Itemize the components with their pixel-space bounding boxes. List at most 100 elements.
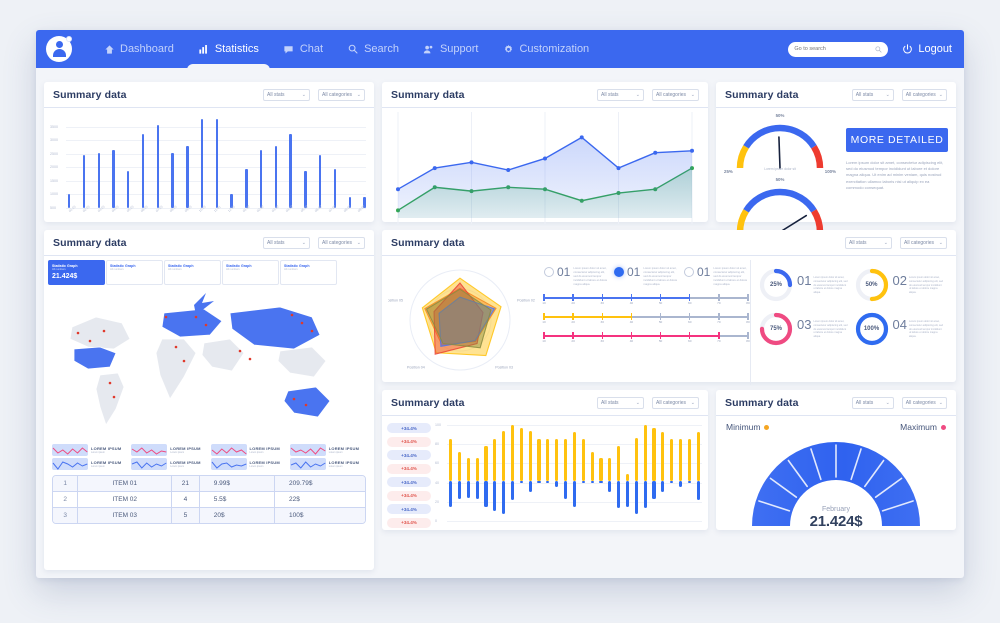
sparkline-sub: Lorem ipsum: [328, 451, 343, 454]
bar: [156, 125, 159, 208]
select-all-stats[interactable]: All stats ⌄: [597, 396, 644, 409]
maximum-dot-icon: [941, 424, 946, 430]
select-all-stats[interactable]: All stats ⌄: [263, 236, 310, 249]
radio-dot-icon[interactable]: [684, 267, 694, 277]
nav-item-label: Search: [364, 43, 399, 55]
select-value: All stats: [855, 399, 874, 406]
slider-tick: [601, 332, 603, 340]
gauge-paragraph: Lorem ipsum dolor sit amet, consectetur …: [846, 160, 944, 190]
card-body: Statistic Graph All numbers 21.424$ Statis…: [44, 256, 374, 524]
slider-scale[interactable]: 10 20 30 40 50 60 70 80: [542, 313, 750, 326]
slider-tick-label: 20: [571, 301, 575, 306]
select-all-categories[interactable]: All categories ⌄: [318, 88, 365, 101]
more-detailed-button[interactable]: MORE DETAILED: [846, 128, 948, 152]
select-all-categories[interactable]: All categories ⌄: [901, 396, 947, 409]
bar: [274, 145, 278, 208]
radio-option[interactable]: 01 Lorem ipsum dolor sit amet, consectet…: [684, 266, 748, 287]
logo-badge-dot-icon: [66, 36, 72, 42]
nav-item-customization[interactable]: Customization: [491, 30, 600, 68]
sparkline-label: LOREM IPSUM Lorem ipsum: [250, 460, 280, 468]
select-value: All categories: [656, 91, 687, 98]
radio-option[interactable]: 01 Lorem ipsum dolor sit amet, consectet…: [544, 266, 608, 287]
minimum-legend: Minimum: [726, 422, 770, 432]
bar-negative: [563, 480, 568, 499]
slider-tick-label: 10: [542, 339, 546, 344]
donut-value: 25%: [769, 282, 782, 288]
donut-panel: 25% 01 Lorem ipsum dolor sit amet, consec…: [750, 260, 950, 385]
statistic-tab[interactable]: Statistic Graph All numbers: [164, 260, 221, 285]
sparkline-sub: Lorem ipsum: [170, 465, 185, 468]
bar: [82, 155, 86, 208]
stacked-bar: [608, 421, 612, 521]
avatar-body-icon: [52, 49, 66, 57]
sparkline-label: LOREM IPSUM Lorem ipsum: [91, 460, 121, 468]
slider-tick: [659, 294, 662, 302]
bar: [289, 133, 292, 208]
nav-item-chat[interactable]: Chat: [272, 30, 334, 68]
card-filters: All stats ⌄ All categories ⌄: [597, 396, 699, 409]
sparkline-label: LOREM IPSUM Lorem ipsum: [329, 460, 359, 468]
select-all-stats[interactable]: All stats ⌄: [263, 88, 310, 101]
sparkline-card[interactable]: LOREM IPSUM Lorem ipsum: [210, 458, 287, 470]
stacked-bar: [457, 421, 462, 521]
donut-description: Lorem ipsum dolor sit amet, consectetur …: [813, 276, 848, 294]
sparkline-card[interactable]: LOREM IPSUM Lorem ipsum: [210, 444, 287, 456]
stacked-bar: [510, 421, 515, 521]
select-all-stats[interactable]: All stats ⌄: [851, 396, 894, 409]
stacked-bar-plot: 100 80 60 40 20 0: [435, 421, 702, 527]
sparkline-card[interactable]: LOREM IPSUM Lorem ipsum: [289, 458, 366, 470]
bar: [141, 133, 145, 208]
slider-scale[interactable]: 10 20 30 40 50 60 70 80: [542, 332, 750, 345]
stacked-bar: [678, 421, 683, 521]
card-header: Summary data All stats ⌄ All categories …: [382, 82, 708, 108]
sparkline-card[interactable]: LOREM IPSUM Lorem ipsum: [52, 444, 128, 456]
select-all-stats[interactable]: All stats ⌄: [845, 236, 892, 249]
slider-tick-label: 30: [600, 320, 605, 325]
slider-tick: [572, 313, 574, 321]
donut-text-block: 03 Lorem ipsum dolor sit amet, consectet…: [797, 318, 849, 338]
donut-number: 01: [797, 273, 812, 289]
bar-positive: [608, 458, 612, 481]
percent-badge: +34.4%: [387, 436, 431, 447]
bar-positive: [537, 439, 541, 481]
select-all-categories[interactable]: All categories ⌄: [318, 236, 365, 249]
sparkline-card[interactable]: LOREM IPSUM Lorem ipsum: [52, 458, 128, 470]
statistic-tab[interactable]: Statistic Graph All numbers: [222, 260, 279, 285]
radar-axis-label: Position 05: [388, 298, 403, 302]
slider-scale[interactable]: 10 20 30 40 50 60 70 80: [542, 294, 750, 307]
select-all-stats[interactable]: All stats ⌄: [851, 88, 894, 101]
statistic-tab[interactable]: Statistic Graph All numbers 21.424$: [48, 260, 105, 285]
minmax-legend: Minimum Maximum: [726, 422, 946, 432]
select-all-categories[interactable]: All categories ⌄: [652, 396, 699, 409]
bar-negative: [581, 480, 585, 483]
item-qty: 5: [171, 507, 200, 523]
sparkline-card[interactable]: LOREM IPSUM Lorem ipsum: [131, 458, 207, 470]
donut-chart: 50%: [855, 268, 889, 302]
nav-item-support[interactable]: Support: [412, 30, 490, 68]
percent-badge: +34.4%: [387, 504, 431, 514]
nav-item-statistics[interactable]: Statistics: [186, 30, 270, 74]
sparkline-card[interactable]: LOREM IPSUM Lorem ipsum: [131, 444, 207, 456]
nav-item-dashboard[interactable]: Dashboard: [92, 30, 185, 68]
select-value: All stats: [849, 239, 867, 246]
slider-tick-label: 40: [629, 301, 634, 306]
radio-option[interactable]: 01 Lorem ipsum dolor sit amet, consectet…: [614, 266, 678, 287]
statistic-tab[interactable]: Statistic Graph All numbers: [280, 260, 337, 285]
nav-item-search[interactable]: Search: [336, 30, 410, 68]
radio-dot-icon[interactable]: [544, 267, 554, 277]
sparkline-card[interactable]: LOREM IPSUM Lorem ipsum: [289, 444, 366, 456]
donut-text-block: 02 Lorem ipsum dolor sit amet, consectet…: [893, 274, 945, 294]
search-box[interactable]: [788, 41, 889, 57]
search-input[interactable]: [794, 46, 872, 52]
slider-track-row: [543, 313, 749, 321]
gauge-label-t: 50%: [775, 113, 785, 118]
select-all-categories[interactable]: All categories ⌄: [652, 88, 699, 101]
radio-dot-icon[interactable]: [614, 267, 624, 277]
logout-button[interactable]: Logout: [902, 43, 952, 55]
select-all-categories[interactable]: All categories ⌄: [901, 88, 947, 101]
statistic-tab[interactable]: Statistic Graph All numbers: [106, 260, 163, 285]
bar-positive: [519, 427, 523, 481]
select-all-categories[interactable]: All categories ⌄: [900, 236, 947, 249]
percent-badge: +34.4%: [387, 477, 431, 487]
select-all-stats[interactable]: All stats ⌄: [597, 88, 644, 101]
